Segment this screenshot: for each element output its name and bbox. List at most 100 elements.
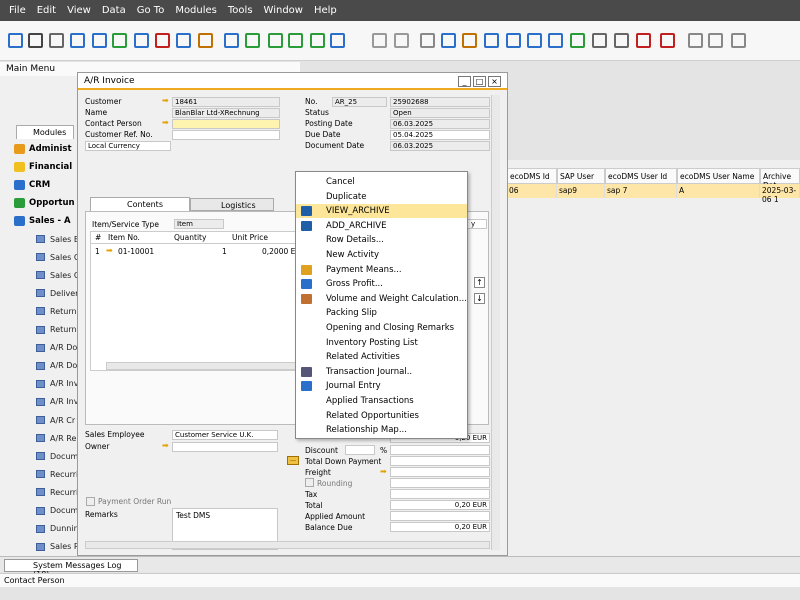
sales-submenu-item[interactable]: Recurri xyxy=(36,465,78,483)
toolbar-button-icon[interactable] xyxy=(330,33,345,48)
menu-edit[interactable]: Edit xyxy=(37,5,56,16)
owner-field[interactable] xyxy=(172,442,278,452)
sales-submenu-item[interactable]: A/R Do xyxy=(36,357,77,375)
menu-file[interactable]: File xyxy=(9,5,26,16)
item-service-type-select[interactable]: Item xyxy=(174,219,224,229)
rounding-checkbox[interactable] xyxy=(305,478,314,487)
discount-pct-field[interactable] xyxy=(345,445,375,455)
sales-submenu-item[interactable]: Dunnin xyxy=(36,520,79,538)
due-date-field[interactable]: 05.04.2025 xyxy=(390,130,490,140)
name-field[interactable]: BlanBlar Ltd-XRechnung xyxy=(172,108,280,118)
sales-submenu-item[interactable]: Deliver xyxy=(36,284,78,302)
toolbar-button-icon[interactable] xyxy=(592,33,607,48)
context-menu-item[interactable]: Applied Transactions xyxy=(296,394,467,408)
toolbar-button-icon[interactable] xyxy=(198,33,213,48)
toolbar-button-icon[interactable] xyxy=(70,33,85,48)
menu-view[interactable]: View xyxy=(67,5,91,16)
link-arrow-icon[interactable]: ➡ xyxy=(162,442,171,450)
toolbar-button-icon[interactable] xyxy=(570,33,585,48)
sales-submenu-item[interactable]: Sales R xyxy=(36,538,79,556)
link-arrow-icon[interactable]: ➡ xyxy=(106,247,115,255)
sales-submenu-item[interactable]: A/R Cr xyxy=(36,411,75,429)
toolbar-button-icon[interactable] xyxy=(636,33,651,48)
toolbar-button-icon[interactable] xyxy=(441,33,456,48)
grid-column-header[interactable]: Archive Dat xyxy=(760,168,800,190)
sales-submenu-item[interactable]: Sales B xyxy=(36,230,79,248)
toolbar-button-icon[interactable] xyxy=(92,33,107,48)
context-menu-item[interactable]: Related Activities xyxy=(296,350,467,364)
sales-submenu-item[interactable]: A/R Do xyxy=(36,339,77,357)
toolbar-button-icon[interactable] xyxy=(268,33,283,48)
sales-submenu-item[interactable]: Sales C xyxy=(36,266,79,284)
menu-goto[interactable]: Go To xyxy=(137,5,165,16)
context-menu-item[interactable]: Row Details... xyxy=(296,233,467,247)
toolbar-button-icon[interactable] xyxy=(506,33,521,48)
sales-employee-select[interactable]: Customer Service U.K. xyxy=(172,430,278,440)
link-arrow-icon[interactable]: ➡ xyxy=(162,119,171,127)
move-up-button[interactable]: ↑ xyxy=(474,277,485,288)
toolbar-button-icon[interactable] xyxy=(394,33,409,48)
tab-modules[interactable]: Modules xyxy=(16,125,74,139)
grid-column-header[interactable]: SAP User xyxy=(557,168,605,184)
main-menu-item[interactable]: Financial xyxy=(0,158,77,176)
toolbar-button-icon[interactable] xyxy=(708,33,723,48)
toolbar-button-icon[interactable] xyxy=(112,33,127,48)
currency-select[interactable]: Local Currency xyxy=(85,141,171,151)
main-menu-item[interactable]: Administ xyxy=(0,140,77,158)
sales-submenu-item[interactable]: Return xyxy=(36,302,77,320)
menu-data[interactable]: Data xyxy=(102,5,126,16)
customer-ref-field[interactable] xyxy=(172,130,280,140)
context-menu-item[interactable]: ADD_ARCHIVE xyxy=(296,219,467,233)
context-menu-item[interactable]: Journal Entry xyxy=(296,379,467,393)
sales-submenu-item[interactable]: A/R Re xyxy=(36,429,76,447)
sales-submenu-item[interactable]: Return xyxy=(36,321,77,339)
context-menu-item[interactable]: Transaction Journal.. xyxy=(296,365,467,379)
context-menu-item[interactable]: Gross Profit... xyxy=(296,277,467,291)
contact-person-field[interactable] xyxy=(172,119,280,129)
main-menu-item[interactable]: CRM xyxy=(0,176,77,194)
row-item-no[interactable]: 01-10001 xyxy=(118,247,154,256)
toolbar-button-icon[interactable] xyxy=(310,33,325,48)
context-menu-item[interactable]: Payment Means... xyxy=(296,263,467,277)
grid-column-header[interactable]: ecoDMS Id xyxy=(507,168,557,184)
link-arrow-icon[interactable]: ➡ xyxy=(162,97,171,105)
row-quantity[interactable]: 1 xyxy=(222,247,227,256)
toolbar-button-icon[interactable] xyxy=(134,33,149,48)
toolbar-button-icon[interactable] xyxy=(245,33,260,48)
toolbar-button-icon[interactable] xyxy=(224,33,239,48)
context-menu-item[interactable]: New Activity xyxy=(296,248,467,262)
tab-contents[interactable]: Contents xyxy=(90,197,190,211)
main-menu-item[interactable]: Sales - A xyxy=(0,212,77,230)
toolbar-button-icon[interactable] xyxy=(527,33,542,48)
sales-submenu-item[interactable]: Recurri xyxy=(36,483,78,501)
menu-tools[interactable]: Tools xyxy=(228,5,253,16)
context-menu-item[interactable]: Inventory Posting List xyxy=(296,336,467,350)
discount-value-field[interactable] xyxy=(390,445,490,455)
toolbar-button-icon[interactable] xyxy=(49,33,64,48)
toolbar-button-icon[interactable] xyxy=(614,33,629,48)
context-menu-item[interactable]: VIEW_ARCHIVE xyxy=(296,204,467,219)
toolbar-button-icon[interactable] xyxy=(548,33,563,48)
minimize-button[interactable]: _ xyxy=(458,76,471,87)
doc-number-field[interactable]: 25902688 xyxy=(390,97,490,107)
toolbar-button-icon[interactable] xyxy=(176,33,191,48)
sales-submenu-item[interactable]: Sales C xyxy=(36,248,79,266)
context-menu-item[interactable]: Related Opportunities xyxy=(296,409,467,423)
maximize-button[interactable]: □ xyxy=(473,76,486,87)
payment-order-run-checkbox[interactable] xyxy=(86,497,95,506)
toolbar-button-icon[interactable] xyxy=(8,33,23,48)
toolbar-button-icon[interactable] xyxy=(462,33,477,48)
toolbar-button-icon[interactable] xyxy=(484,33,499,48)
grid-cell[interactable]: sap9 xyxy=(557,184,605,198)
toolbar-button-icon[interactable] xyxy=(688,33,703,48)
context-menu-item[interactable]: Opening and Closing Remarks xyxy=(296,321,467,335)
toolbar-button-icon[interactable] xyxy=(288,33,303,48)
toolbar-button-icon[interactable] xyxy=(155,33,170,48)
posting-date-field[interactable]: 06.03.2025 xyxy=(390,119,490,129)
move-down-button[interactable]: ↓ xyxy=(474,293,485,304)
context-menu-item[interactable]: Packing Slip xyxy=(296,306,467,320)
close-button[interactable]: × xyxy=(488,76,501,87)
document-date-field[interactable]: 06.03.2025 xyxy=(390,141,490,151)
sales-submenu-item[interactable]: A/R Inv xyxy=(36,375,78,393)
context-menu-item[interactable]: Cancel xyxy=(296,175,467,189)
